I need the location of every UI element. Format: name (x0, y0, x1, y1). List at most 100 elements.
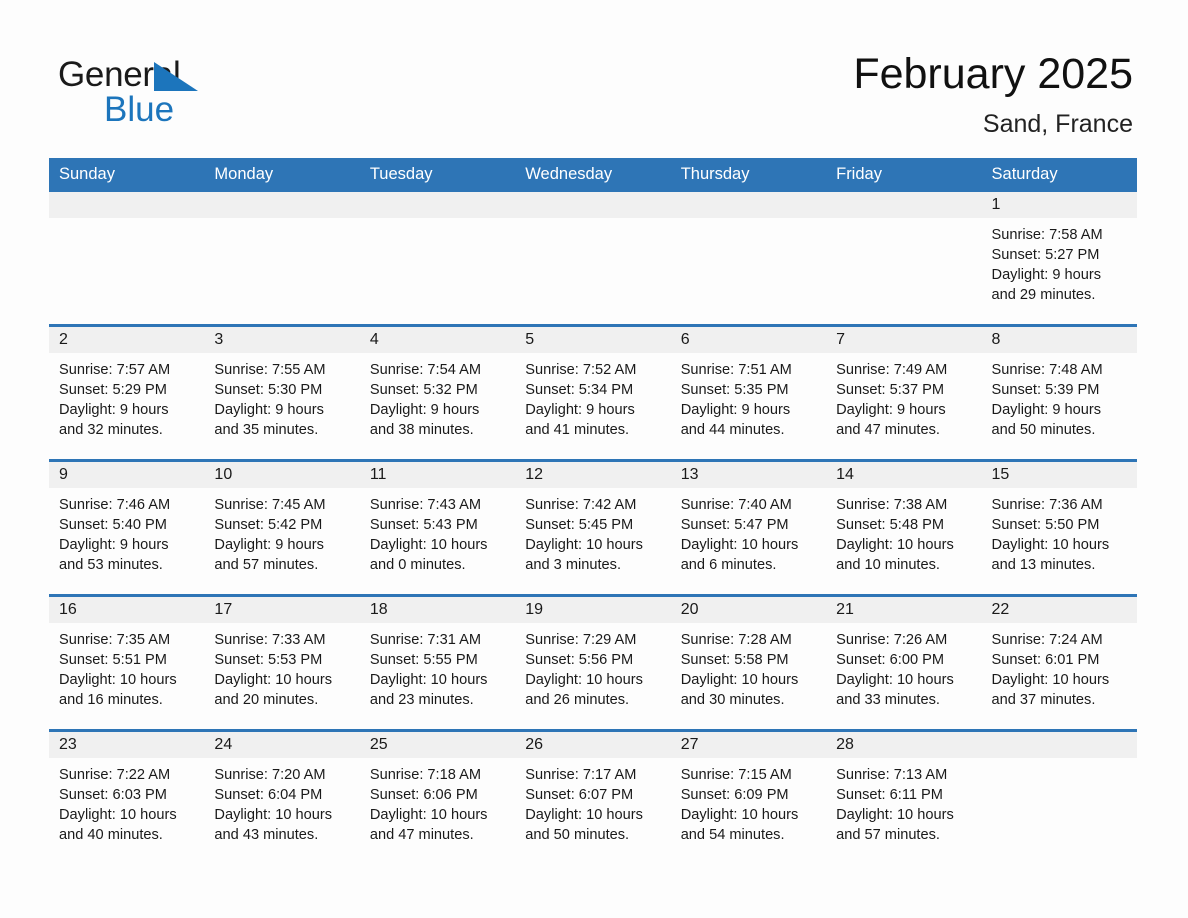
day-number: 15 (981, 462, 1137, 488)
calendar-day-cell[interactable]: 6 Sunrise: 7:51 AM Sunset: 5:35 PM Daylight… (670, 327, 827, 459)
calendar-day-cell[interactable]: 12 Sunrise: 7:42 AM Sunset: 5:45 PM Dayligh… (515, 462, 671, 594)
calendar-day-cell[interactable]: 14 Sunrise: 7:38 AM Sunset: 5:48 PM Dayligh… (826, 462, 982, 594)
daylight-duration-line1: Daylight: 10 hours (836, 807, 954, 823)
day-number (515, 192, 671, 218)
calendar-cell-empty (204, 192, 360, 324)
daylight-duration-line2: and 29 minutes. (991, 287, 1096, 303)
calendar-header-row: Sunday Monday Tuesday Wednesday Thursday Frid… (49, 158, 1137, 192)
sunset-time: Sunset: 5:47 PM (680, 517, 789, 533)
sunrise-time: Sunrise: 7:18 AM (369, 767, 481, 783)
calendar-day-cell[interactable]: 28 Sunrise: 7:13 AM Sunset: 6:11 PM Dayligh… (826, 732, 982, 864)
daylight-duration-line2: and 53 minutes. (59, 557, 163, 573)
calendar-day-cell[interactable]: 1 Sunrise: 7:58 AM Sunset: 5:27 PM Daylight… (981, 192, 1137, 324)
calendar-day-cell[interactable]: 22 Sunrise: 7:24 AM Sunset: 6:01 PM Dayligh… (981, 597, 1137, 729)
daylight-duration-line2: and 0 minutes. (369, 557, 466, 573)
day-number (670, 192, 827, 218)
day-details: Sunrise: 7:55 AM Sunset: 5:30 PM Daylight:… (204, 353, 359, 440)
sunrise-time: Sunrise: 7:35 AM (59, 632, 171, 648)
day-details: Sunrise: 7:52 AM Sunset: 5:34 PM Daylight:… (515, 353, 670, 440)
calendar-day-cell[interactable]: 3 Sunrise: 7:55 AM Sunset: 5:30 PM Daylight… (204, 327, 360, 459)
calendar-day-cell[interactable]: 10 Sunrise: 7:45 AM Sunset: 5:42 PM Dayligh… (204, 462, 360, 594)
sunset-time: Sunset: 5:45 PM (525, 517, 634, 533)
sunset-time: Sunset: 5:42 PM (214, 517, 323, 533)
day-number: 27 (670, 732, 827, 758)
day-number (981, 732, 1137, 758)
calendar-day-cell[interactable]: 11 Sunrise: 7:43 AM Sunset: 5:43 PM Dayligh… (359, 462, 516, 594)
daylight-duration-line2: and 33 minutes. (836, 692, 940, 708)
calendar-day-cell[interactable]: 27 Sunrise: 7:15 AM Sunset: 6:09 PM Dayligh… (670, 732, 827, 864)
calendar-day-cell[interactable]: 24 Sunrise: 7:20 AM Sunset: 6:04 PM Dayligh… (204, 732, 360, 864)
day-details: Sunrise: 7:36 AM Sunset: 5:50 PM Daylight:… (982, 488, 1137, 575)
day-number: 11 (359, 462, 516, 488)
sunrise-time: Sunrise: 7:51 AM (680, 362, 792, 378)
sunset-time: Sunset: 6:00 PM (836, 652, 945, 668)
daylight-duration-line2: and 44 minutes. (680, 422, 785, 438)
daylight-duration-line1: Daylight: 9 hours (991, 267, 1102, 283)
calendar-body: 1 Sunrise: 7:58 AM Sunset: 5:27 PM Daylight… (49, 192, 1137, 864)
sunrise-time: Sunrise: 7:13 AM (836, 767, 948, 783)
calendar-day-cell[interactable]: 17 Sunrise: 7:33 AM Sunset: 5:53 PM Dayligh… (204, 597, 360, 729)
calendar-day-cell[interactable]: 23 Sunrise: 7:22 AM Sunset: 6:03 PM Dayligh… (49, 732, 205, 864)
sunset-time: Sunset: 5:37 PM (836, 382, 945, 398)
day-details: Sunrise: 7:58 AM Sunset: 5:27 PM Daylight:… (982, 218, 1137, 305)
calendar-day-cell[interactable]: 26 Sunrise: 7:17 AM Sunset: 6:07 PM Dayligh… (515, 732, 671, 864)
weekday-header-wednesday: Wednesday (515, 158, 671, 192)
brand-logo[interactable]: General Blue (58, 55, 258, 133)
calendar-cell-empty (981, 732, 1137, 864)
calendar-day-cell[interactable]: 7 Sunrise: 7:49 AM Sunset: 5:37 PM Daylight… (826, 327, 982, 459)
day-details: Sunrise: 7:29 AM Sunset: 5:56 PM Daylight:… (515, 623, 670, 710)
sunrise-time: Sunrise: 7:17 AM (525, 767, 637, 783)
calendar-cell-empty (515, 192, 671, 324)
calendar-day-cell[interactable]: 18 Sunrise: 7:31 AM Sunset: 5:55 PM Dayligh… (359, 597, 516, 729)
calendar-day-cell[interactable]: 20 Sunrise: 7:28 AM Sunset: 5:58 PM Dayligh… (670, 597, 827, 729)
sunrise-time: Sunrise: 7:57 AM (59, 362, 171, 378)
daylight-duration-line2: and 54 minutes. (680, 827, 785, 843)
calendar-day-cell[interactable]: 21 Sunrise: 7:26 AM Sunset: 6:00 PM Dayligh… (826, 597, 982, 729)
day-number (359, 192, 516, 218)
brand-logo-top: General (58, 55, 258, 95)
day-number: 12 (515, 462, 671, 488)
daylight-duration-line1: Daylight: 9 hours (59, 537, 169, 553)
sunrise-time: Sunrise: 7:58 AM (991, 227, 1103, 243)
calendar-day-cell[interactable]: 4 Sunrise: 7:54 AM Sunset: 5:32 PM Daylight… (359, 327, 516, 459)
calendar-day-cell[interactable]: 19 Sunrise: 7:29 AM Sunset: 5:56 PM Dayligh… (515, 597, 671, 729)
calendar-day-cell[interactable]: 13 Sunrise: 7:40 AM Sunset: 5:47 PM Dayligh… (670, 462, 827, 594)
daylight-duration-line2: and 47 minutes. (836, 422, 940, 438)
calendar-day-cell[interactable]: 5 Sunrise: 7:52 AM Sunset: 5:34 PM Daylight… (515, 327, 671, 459)
day-details: Sunrise: 7:17 AM Sunset: 6:07 PM Daylight:… (515, 758, 670, 845)
day-number: 21 (826, 597, 982, 623)
weekday-header-friday: Friday (826, 158, 982, 192)
sunset-time: Sunset: 5:55 PM (369, 652, 478, 668)
daylight-duration-line2: and 37 minutes. (991, 692, 1096, 708)
daylight-duration-line2: and 47 minutes. (369, 827, 474, 843)
sunrise-time: Sunrise: 7:45 AM (214, 497, 326, 513)
day-number: 1 (981, 192, 1137, 218)
day-number: 17 (204, 597, 360, 623)
daylight-duration-line2: and 50 minutes. (991, 422, 1096, 438)
weekday-header-saturday: Saturday (981, 158, 1137, 192)
calendar-day-cell[interactable]: 16 Sunrise: 7:35 AM Sunset: 5:51 PM Dayligh… (49, 597, 205, 729)
calendar-day-cell[interactable]: 25 Sunrise: 7:18 AM Sunset: 6:06 PM Dayligh… (359, 732, 516, 864)
daylight-duration-line1: Daylight: 10 hours (991, 537, 1110, 553)
day-details: Sunrise: 7:45 AM Sunset: 5:42 PM Daylight:… (204, 488, 359, 575)
day-details: Sunrise: 7:20 AM Sunset: 6:04 PM Daylight:… (204, 758, 359, 845)
daylight-duration-line1: Daylight: 10 hours (680, 537, 799, 553)
calendar-day-cell[interactable]: 2 Sunrise: 7:57 AM Sunset: 5:29 PM Daylight… (49, 327, 205, 459)
sunrise-time: Sunrise: 7:33 AM (214, 632, 326, 648)
sunset-time: Sunset: 5:58 PM (680, 652, 789, 668)
calendar-week-row: 2 Sunrise: 7:57 AM Sunset: 5:29 PM Daylight… (49, 324, 1137, 461)
daylight-duration-line1: Daylight: 9 hours (525, 402, 635, 418)
calendar-week-row: 16 Sunrise: 7:35 AM Sunset: 5:51 PM Dayligh… (49, 594, 1137, 731)
day-details: Sunrise: 7:46 AM Sunset: 5:40 PM Daylight:… (49, 488, 204, 575)
day-number: 13 (670, 462, 827, 488)
calendar-day-cell[interactable]: 9 Sunrise: 7:46 AM Sunset: 5:40 PM Daylight… (49, 462, 205, 594)
sunrise-time: Sunrise: 7:22 AM (59, 767, 171, 783)
day-details: Sunrise: 7:51 AM Sunset: 5:35 PM Daylight:… (671, 353, 826, 440)
calendar-cell-empty (826, 192, 982, 324)
calendar-day-cell[interactable]: 8 Sunrise: 7:48 AM Sunset: 5:39 PM Daylight… (981, 327, 1137, 459)
calendar-day-cell[interactable]: 15 Sunrise: 7:36 AM Sunset: 5:50 PM Dayligh… (981, 462, 1137, 594)
sunrise-time: Sunrise: 7:52 AM (525, 362, 637, 378)
day-number: 2 (49, 327, 205, 353)
daylight-duration-line1: Daylight: 9 hours (680, 402, 791, 418)
daylight-duration-line2: and 32 minutes. (59, 422, 163, 438)
